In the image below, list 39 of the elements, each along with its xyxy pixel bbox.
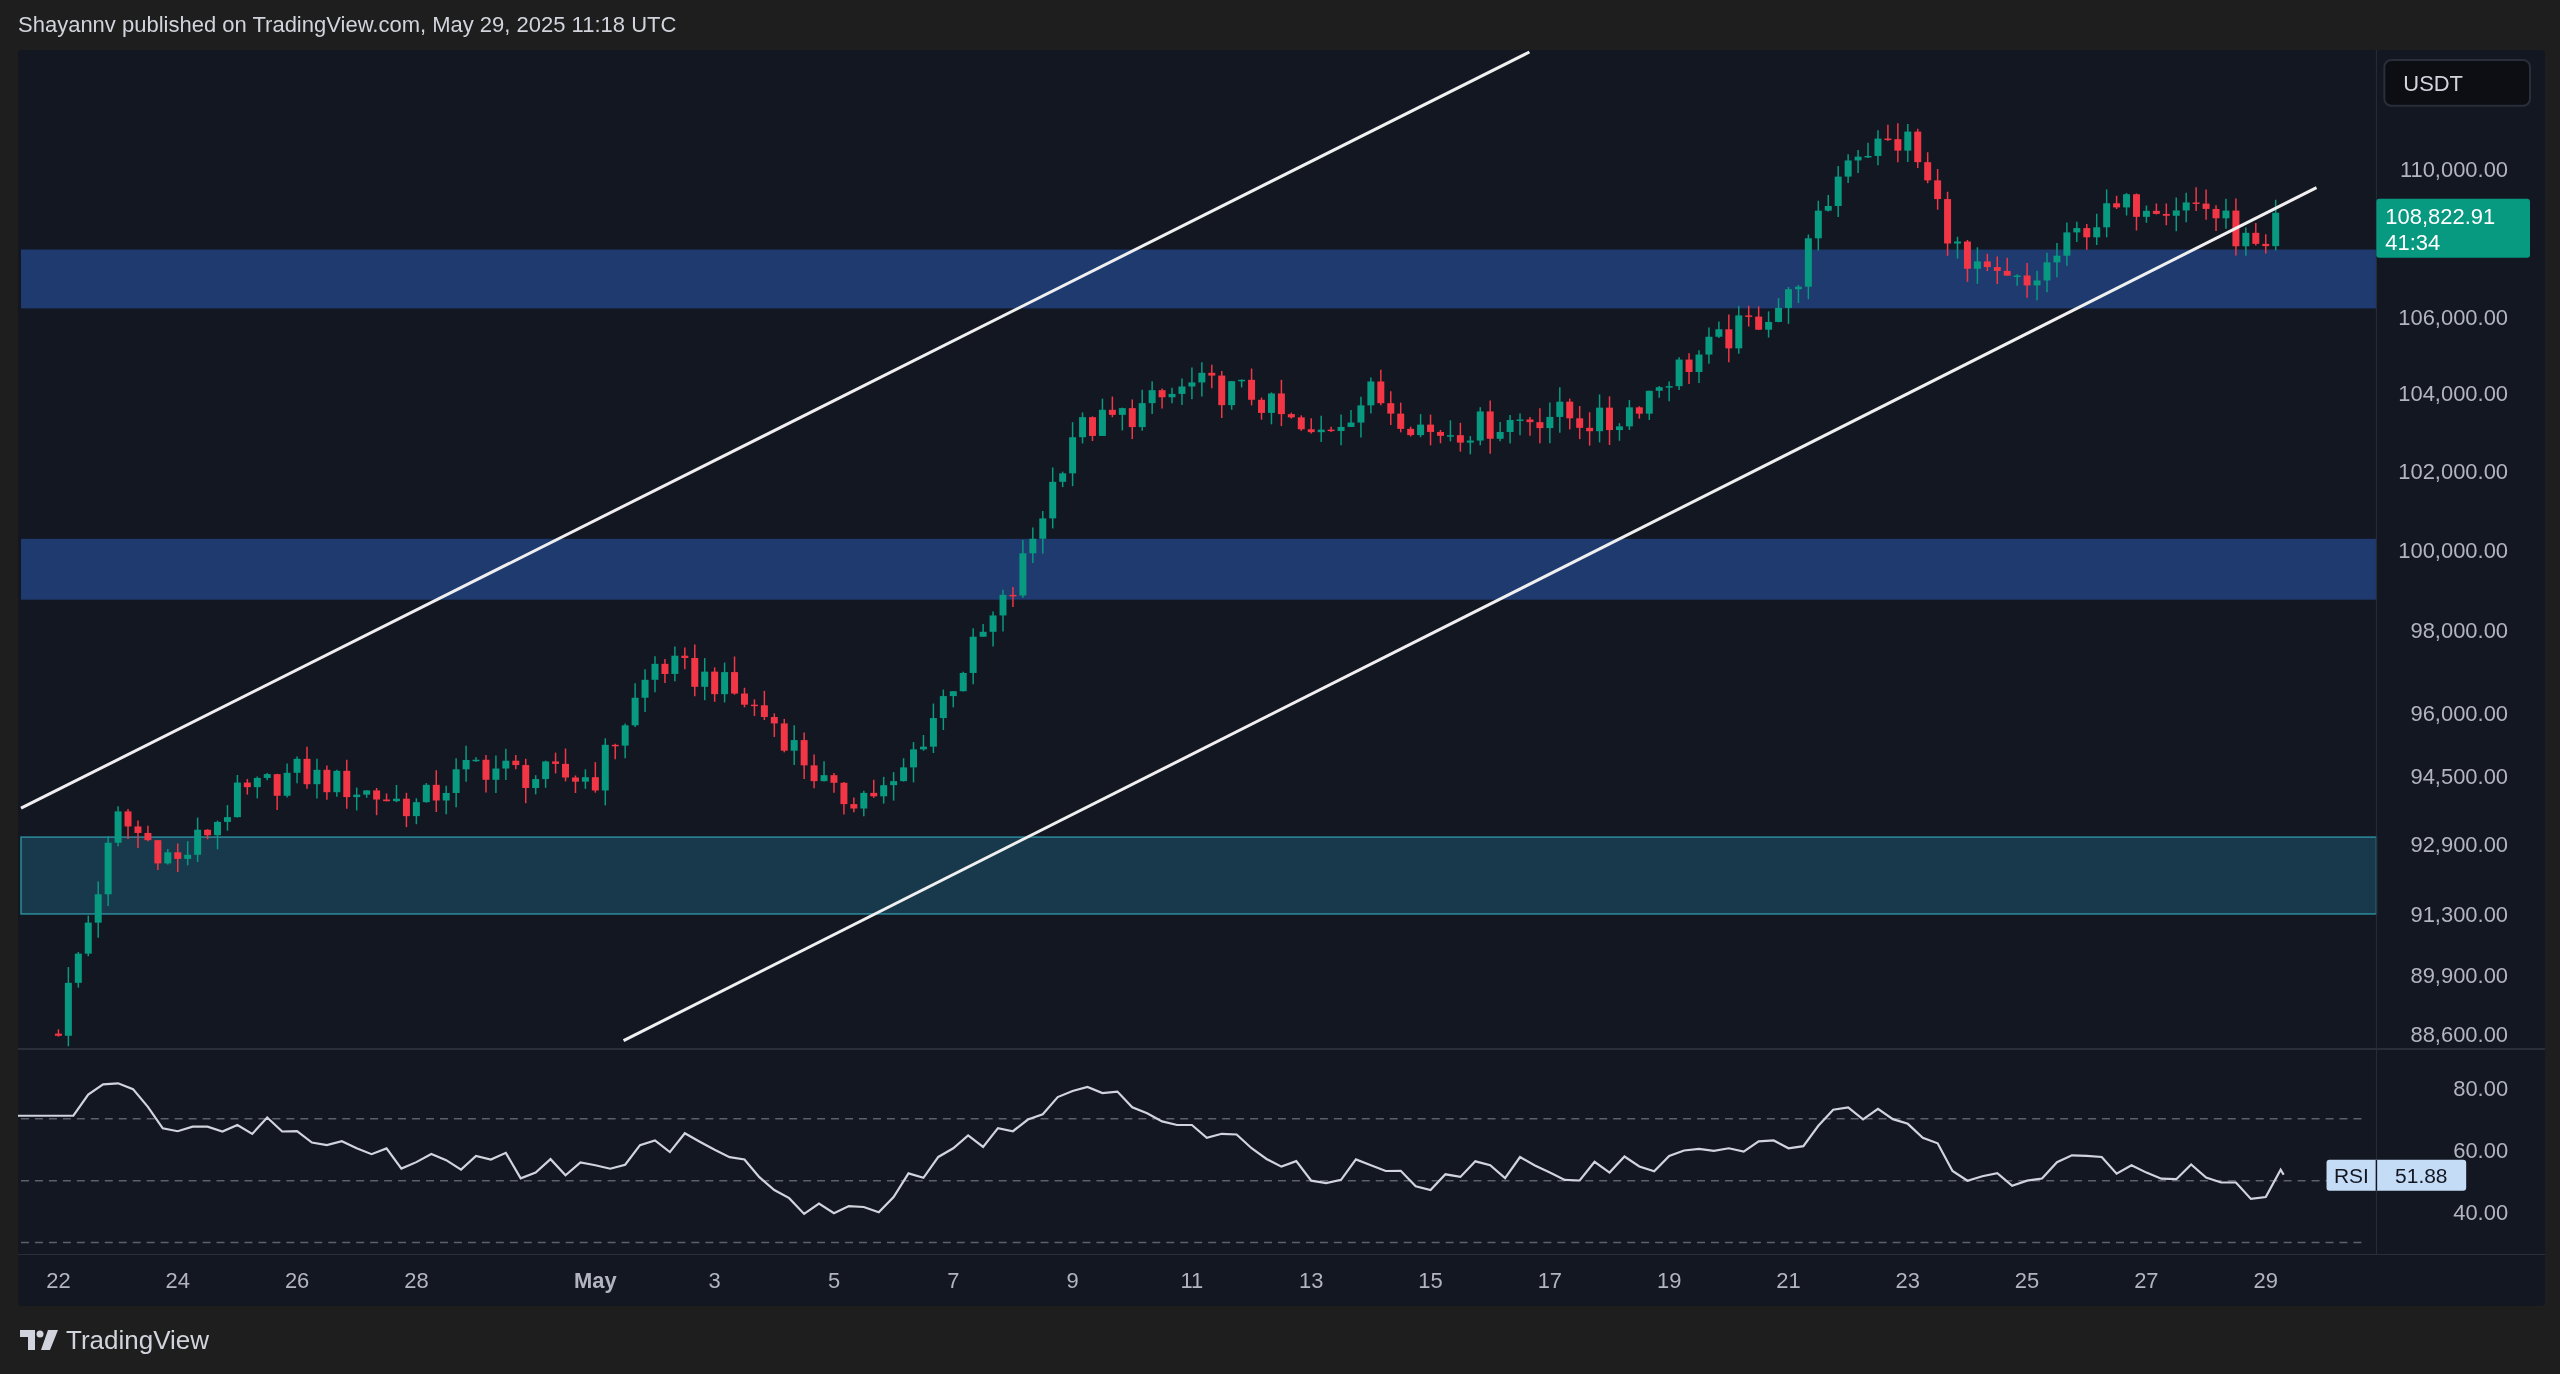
price-axis-label: 110,000.00: [2399, 156, 2509, 182]
price-axis-label: 91,300.00: [2410, 901, 2509, 927]
price-axis-label: 96,000.00: [2410, 700, 2509, 726]
time-axis-label: May: [574, 1268, 617, 1294]
time-axis-label: 5: [827, 1268, 841, 1294]
rsi-value-label: RSI 51.88: [2326, 1158, 2467, 1192]
time-axis-label: 19: [1656, 1268, 1682, 1294]
price-axis-label: 88,600.00: [2410, 1021, 2509, 1047]
price-axis-label: 89,900.00: [2410, 963, 2509, 989]
currency-button[interactable]: USDT: [2383, 59, 2531, 107]
time-axis-label: 22: [46, 1268, 71, 1294]
rsi-axis-label: 80.00: [2453, 1075, 2509, 1101]
time-axis-label: 15: [1418, 1268, 1443, 1294]
time-axis-label: 17: [1537, 1268, 1563, 1294]
price-axis-label: 98,000.00: [2410, 618, 2509, 644]
time-axis-label: 21: [1776, 1268, 1801, 1294]
publisher-caption: Shayannv published on TradingView.com, May 29, 2025 11:18 UTC: [18, 12, 677, 38]
time-axis-label: 9: [1066, 1268, 1079, 1294]
price-axis-label: 104,000.00: [2398, 380, 2509, 406]
time-axis-label: 25: [2014, 1268, 2040, 1294]
last-price-label: 108,822.91 41:34: [2376, 198, 2530, 258]
time-axis-label: 26: [284, 1268, 310, 1294]
time-axis-label: 24: [165, 1268, 190, 1294]
price-axis-label: 100,000.00: [2398, 537, 2509, 563]
price-axis-label: 106,000.00: [2398, 304, 2509, 330]
time-axis-label: 11: [1180, 1268, 1204, 1294]
time-axis-label: 3: [708, 1268, 721, 1294]
time-axis-label: 28: [404, 1268, 429, 1294]
time-axis-label: 23: [1895, 1268, 1920, 1294]
price-axis-label: 92,900.00: [2410, 832, 2509, 858]
time-axis-label: 29: [2253, 1268, 2278, 1294]
time-axis-label: 7: [947, 1268, 960, 1294]
price-axis-label: 102,000.00: [2398, 458, 2509, 484]
rsi-axis-label: 40.00: [2453, 1199, 2509, 1225]
time-axis-label: 27: [2134, 1268, 2159, 1294]
time-axis-label: 13: [1299, 1268, 1324, 1294]
brand-name: TradingView: [66, 1324, 210, 1356]
price-axis-label: 94,500.00: [2410, 763, 2509, 789]
logo-icon: [20, 1330, 58, 1350]
